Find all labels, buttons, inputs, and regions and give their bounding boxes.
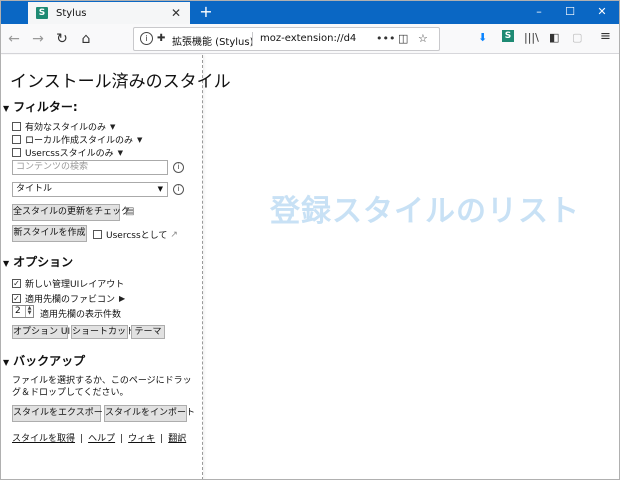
browser-titlebar: S Stylus ✕ + – ☐ ✕ xyxy=(0,0,620,24)
window-minimize-button[interactable]: – xyxy=(524,0,554,24)
check-updates-button[interactable]: 全スタイルの更新をチェック xyxy=(12,204,130,221)
backup-description: ファイルを選択するか、このページにドラッグ＆ドロップしてください。 xyxy=(12,376,192,398)
home-button[interactable]: ⌂ xyxy=(76,29,96,49)
library-icon[interactable]: |||\ xyxy=(524,31,539,44)
bookmark-star-icon[interactable]: ☆ xyxy=(418,32,428,45)
caret-down-icon[interactable]: ▼ xyxy=(118,149,123,157)
favicon-count-stepper[interactable]: 2 ▲ ▼ xyxy=(12,305,34,318)
reload-button[interactable]: ↻ xyxy=(52,29,72,49)
update-options-icon[interactable]: ▤ xyxy=(125,206,134,217)
option-label: 新しい管理UIレイアウト xyxy=(25,280,125,290)
filter-enabled-only[interactable]: 有効なスタイルのみ ▼ xyxy=(12,120,115,133)
as-usercss-label: Usercssとして xyxy=(106,231,168,241)
installed-styles-placeholder: 登録スタイルのリスト xyxy=(270,194,580,229)
url-text[interactable]: moz-extension://d4 xyxy=(260,33,360,44)
puzzle-piece-icon: ✚ xyxy=(157,33,166,44)
checked-checkbox[interactable]: ✓ xyxy=(12,279,21,288)
filter-label: ローカル作成スタイルのみ xyxy=(25,136,134,146)
pocket-icon[interactable]: ◫ xyxy=(398,32,408,45)
option-label: 適用先欄のファビコン xyxy=(25,295,116,305)
theme-button[interactable]: テーマ xyxy=(131,325,165,339)
sort-select-value: タイトル xyxy=(16,184,53,194)
window-close-button[interactable]: ✕ xyxy=(587,0,617,24)
import-button[interactable]: スタイルをインポート xyxy=(104,405,195,422)
window-maximize-button[interactable]: ☐ xyxy=(555,0,585,24)
caret-right-icon[interactable]: ▶ xyxy=(119,294,125,303)
search-help-icon[interactable]: i xyxy=(173,162,184,173)
forward-button[interactable]: → xyxy=(28,29,48,49)
filters-heading-label: フィルター: xyxy=(13,100,78,114)
sort-help-icon[interactable]: i xyxy=(173,184,184,195)
link-separator: | xyxy=(160,434,164,444)
hamburger-menu-icon[interactable]: ≡ xyxy=(600,29,611,44)
option-label: 適用先欄の表示件数 xyxy=(40,310,122,320)
external-link-icon[interactable]: ↗ xyxy=(170,230,178,240)
options-heading[interactable]: ▼ オプション xyxy=(3,253,73,270)
back-button[interactable]: ← xyxy=(4,29,24,49)
checkbox[interactable] xyxy=(12,148,21,157)
link-separator: | xyxy=(80,434,84,444)
reader-icon[interactable]: ▢ xyxy=(572,31,582,44)
footer-links: スタイルを取得 | ヘルプ | ウィキ | 翻訳 xyxy=(12,431,186,444)
checkbox[interactable] xyxy=(12,135,21,144)
option-favicons[interactable]: ✓ 適用先欄のファビコン ▶ xyxy=(12,292,125,305)
site-info-icon[interactable]: i xyxy=(140,32,153,45)
dropdown-arrow-icon: ▼ xyxy=(157,185,163,193)
filter-label: 有効なスタイルのみ xyxy=(25,123,107,133)
url-separator xyxy=(252,32,253,46)
backup-heading-label: バックアップ xyxy=(13,354,86,368)
download-icon[interactable]: ⬇ xyxy=(478,31,487,44)
extension-identity-label: 拡張機能 (Stylus) xyxy=(172,37,254,48)
options-heading-label: オプション xyxy=(13,255,74,269)
page-actions-icon[interactable]: ••• xyxy=(376,32,395,45)
manage-sidebar: インストール済みのスタイル ▼ フィルター: 有効なスタイルのみ ▼ ローカル作成… xyxy=(0,55,231,480)
backup-heading[interactable]: ▼ バックアップ xyxy=(3,352,85,369)
new-style-button[interactable]: 新スタイルを作成 xyxy=(12,225,87,242)
help-link[interactable]: ヘルプ xyxy=(88,434,115,444)
filter-local-only[interactable]: ローカル作成スタイルのみ ▼ xyxy=(12,133,142,146)
search-input[interactable]: コンテンツの検索 xyxy=(12,160,168,175)
tab-title: Stylus xyxy=(56,7,87,19)
favicon-count-label: 適用先欄の表示件数 xyxy=(40,307,121,320)
navigation-toolbar: ← → ↻ ⌂ i ✚ 拡張機能 (Stylus) moz-extension:… xyxy=(0,24,620,54)
option-new-layout[interactable]: ✓ 新しい管理UIレイアウト xyxy=(12,277,124,290)
tab-stylus[interactable]: S Stylus ✕ xyxy=(28,2,190,24)
wiki-link[interactable]: ウィキ xyxy=(128,434,155,444)
options-ui-button[interactable]: オプション UI xyxy=(12,325,70,339)
sidebar-icon[interactable]: ◧ xyxy=(549,31,559,44)
new-tab-button[interactable]: + xyxy=(196,2,216,22)
stylus-extension-icon[interactable]: S xyxy=(502,30,514,42)
expand-arrow-icon: ▼ xyxy=(3,259,10,268)
filters-heading[interactable]: ▼ フィルター: xyxy=(3,98,78,115)
filter-usercss-only[interactable]: Usercssスタイルのみ ▼ xyxy=(12,146,123,159)
stepper-arrows-icon[interactable]: ▲ ▼ xyxy=(25,306,33,317)
stylus-favicon-icon: S xyxy=(36,7,48,19)
shortcuts-button[interactable]: ショートカット xyxy=(71,325,135,339)
as-usercss-toggle[interactable]: Usercssとして ↗ xyxy=(93,228,178,241)
export-button[interactable]: スタイルをエクスポート xyxy=(12,405,112,422)
expand-arrow-icon: ▼ xyxy=(3,104,10,113)
link-separator: | xyxy=(120,434,124,444)
checked-checkbox[interactable]: ✓ xyxy=(12,294,21,303)
translate-link[interactable]: 翻訳 xyxy=(168,434,186,444)
stepper-value: 2 xyxy=(15,306,21,316)
page-title: インストール済みのスタイル xyxy=(10,72,231,92)
checkbox[interactable] xyxy=(93,230,102,239)
url-bar[interactable]: i ✚ 拡張機能 (Stylus) moz-extension://d4 •••… xyxy=(133,27,440,51)
expand-arrow-icon: ▼ xyxy=(3,358,10,367)
get-styles-link[interactable]: スタイルを取得 xyxy=(12,434,75,444)
filter-label: Usercssスタイルのみ xyxy=(25,149,114,159)
caret-down-icon[interactable]: ▼ xyxy=(110,123,115,131)
sort-select[interactable]: タイトル ▼ xyxy=(12,182,168,197)
tab-close-icon[interactable]: ✕ xyxy=(168,6,184,20)
caret-down-icon[interactable]: ▼ xyxy=(137,136,142,144)
checkbox[interactable] xyxy=(12,122,21,131)
